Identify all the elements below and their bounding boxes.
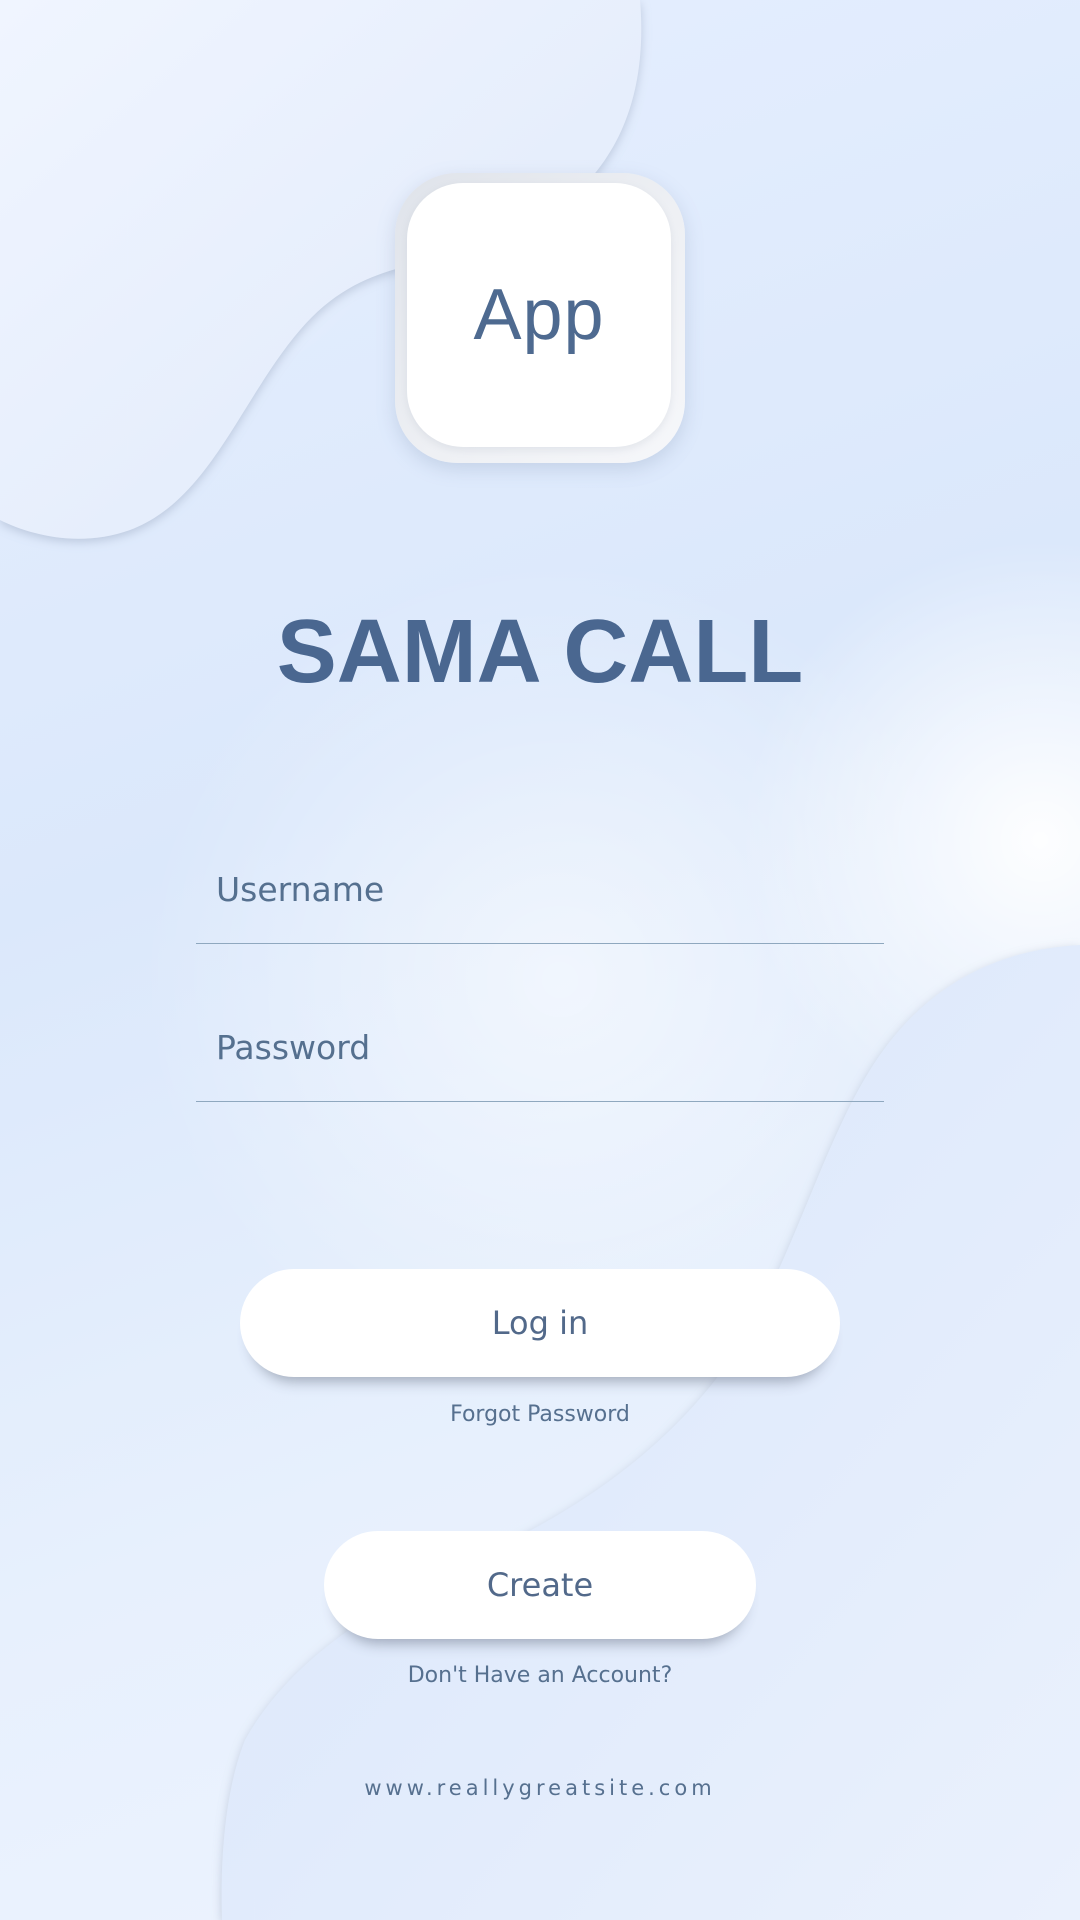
app-logo-text: App	[473, 275, 605, 355]
app-logo: App	[395, 173, 685, 463]
password-field	[196, 1001, 884, 1102]
app-logo-card: App	[407, 183, 671, 447]
password-input[interactable]	[216, 1028, 856, 1067]
username-field	[196, 843, 884, 944]
username-input[interactable]	[216, 870, 856, 909]
app-title: SAMA CALL	[276, 602, 804, 702]
create-account-button[interactable]: Create	[324, 1531, 756, 1639]
login-button[interactable]: Log in	[240, 1269, 840, 1377]
forgot-password-link[interactable]: Forgot Password	[0, 1402, 1080, 1427]
website-url: www.reallygreatsite.com	[364, 1776, 716, 1800]
no-account-text: Don't Have an Account?	[407, 1663, 673, 1688]
login-screen: App SAMA CALL Log in Forgot Password Cre…	[0, 0, 1080, 1920]
